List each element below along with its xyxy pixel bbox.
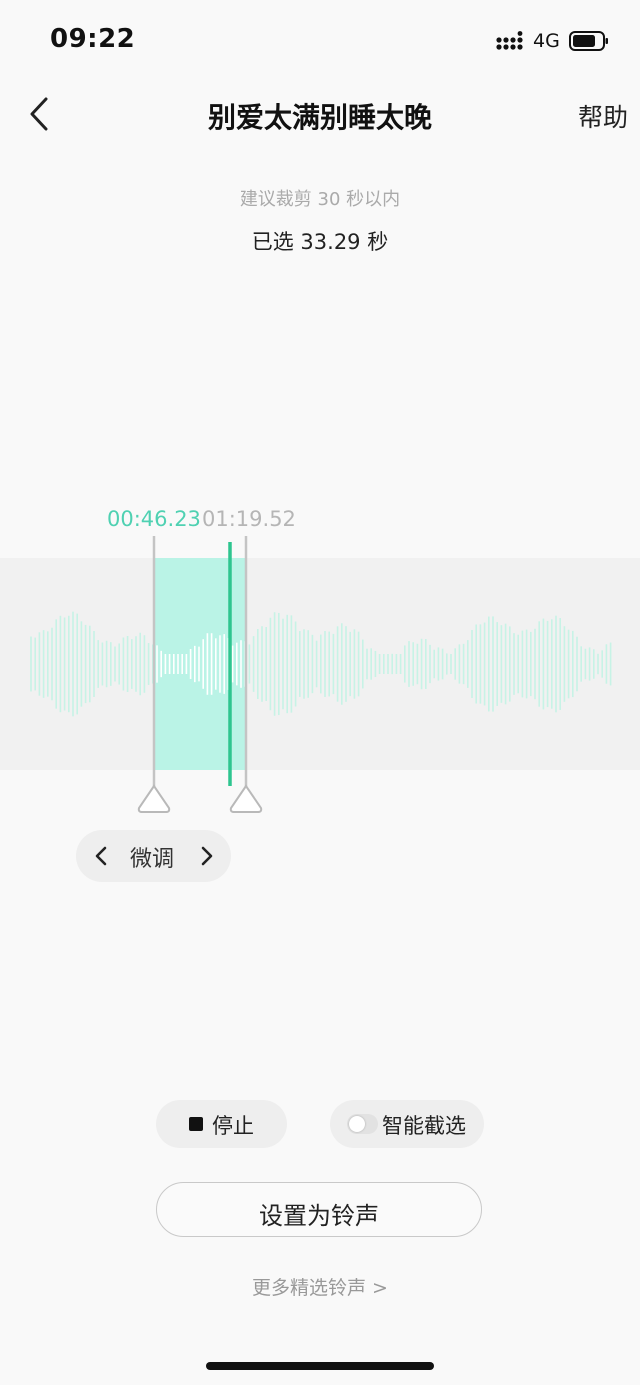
stop-icon <box>189 1117 203 1131</box>
trim-hint: 建议裁剪 30 秒以内 <box>239 189 401 210</box>
end-time-label: 01:19.52 <box>202 507 296 531</box>
toggle-knob <box>349 1116 365 1132</box>
page-title: 别爱太满别睡太晚 <box>207 101 432 134</box>
stop-label: 停止 <box>212 1114 254 1138</box>
smart-select-label: 智能截选 <box>382 1114 466 1138</box>
start-time-label: 00:46.23 <box>107 507 201 531</box>
help-link[interactable]: 帮助 <box>578 98 628 134</box>
finetune-left-icon[interactable] <box>92 843 110 869</box>
waveform-bars <box>30 611 612 717</box>
home-indicator <box>206 1362 434 1370</box>
waveform[interactable] <box>0 536 640 826</box>
battery-icon <box>569 31 608 51</box>
finetune-label: 微调 <box>130 847 175 872</box>
network-type: 4G <box>533 30 560 52</box>
end-handle[interactable] <box>229 784 263 813</box>
more-ringtones-link[interactable]: 更多精选铃声 > <box>0 1273 640 1300</box>
selected-duration: 已选 33.29 秒 <box>251 230 389 254</box>
finetune-right-icon[interactable] <box>198 843 216 869</box>
cellular-signal-icon <box>496 31 523 50</box>
set-ringtone-label: 设置为铃声 <box>259 1202 379 1230</box>
start-handle[interactable] <box>137 784 171 813</box>
status-time: 09:22 <box>50 24 136 54</box>
